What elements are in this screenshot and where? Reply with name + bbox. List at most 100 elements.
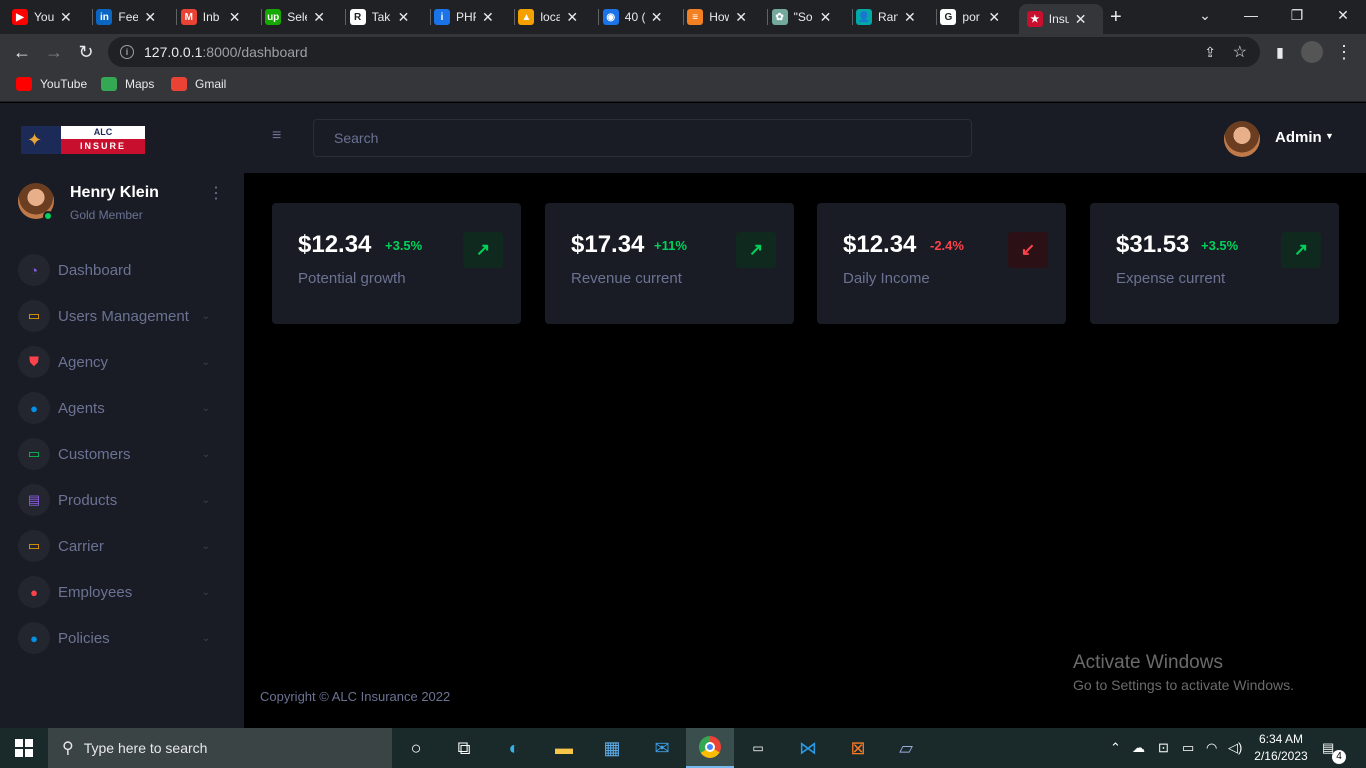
windows-logo-icon (15, 739, 33, 757)
tab-title: "So (793, 10, 813, 24)
taskbar-search-placeholder: Type here to search (83, 740, 208, 756)
wifi-icon[interactable]: ◠ (1206, 728, 1217, 768)
browser-tab[interactable]: ✿ "So ✕ (771, 4, 832, 30)
share-icon[interactable]: ⇪ (1204, 44, 1216, 61)
volume-icon[interactable]: ◁) (1228, 728, 1242, 768)
sidebar-item-customers[interactable]: ▭ Customers ⌄ (18, 437, 218, 471)
sidebar-item-products[interactable]: ▤ Products ⌄ (18, 483, 218, 517)
tab-close-icon[interactable]: ✕ (60, 9, 72, 26)
browser-tab[interactable]: ≡ How ✕ (687, 4, 747, 30)
file-explorer-icon[interactable]: ▬ (540, 728, 588, 768)
browser-tab[interactable]: ◉ 40 (✕ (602, 4, 663, 30)
bookmark-item[interactable]: Maps (101, 77, 154, 91)
browser-tab[interactable]: ★ Insu ✕ (1018, 4, 1103, 34)
browser-tab[interactable]: in Fee ✕ (96, 4, 156, 30)
stat-label: Daily Income (843, 270, 930, 287)
browser-tab[interactable]: ▲ loca ✕ (518, 4, 578, 30)
notification-center[interactable]: ▤ 4 (1322, 728, 1346, 768)
tab-close-icon[interactable]: ✕ (988, 9, 1000, 26)
browser-tab[interactable]: up Sele ✕ (265, 4, 325, 30)
notepad-icon[interactable]: ▱ (882, 728, 930, 768)
cortana-icon[interactable]: ○ (392, 728, 440, 768)
caret-down-icon[interactable]: ▼ (1325, 131, 1334, 141)
browser-tab[interactable]: 👤 Ran ✕ (856, 4, 916, 30)
start-button[interactable] (0, 728, 48, 768)
sidebar-item-agency[interactable]: ⛊ Agency ⌄ (18, 345, 218, 379)
tab-search-chevron-icon[interactable]: ⌄ (1182, 0, 1228, 30)
tab-close-icon[interactable]: ✕ (1075, 11, 1087, 28)
tab-title: You (34, 10, 54, 24)
activate-windows-subtitle: Go to Settings to activate Windows. (1073, 677, 1294, 693)
restore-button[interactable]: ❐ (1274, 0, 1320, 30)
bookmark-label: Maps (125, 77, 155, 91)
tab-close-icon[interactable]: ✕ (482, 9, 494, 26)
browser-tab[interactable]: M Inb ✕ (180, 4, 241, 30)
tab-close-icon[interactable]: ✕ (313, 9, 325, 26)
site-info-icon[interactable]: i (120, 45, 134, 59)
clock-time: 6:34 AM (1258, 732, 1304, 746)
tab-separator (429, 9, 431, 25)
arrow-top-right-icon: ↗ (736, 232, 776, 268)
profile-avatar[interactable] (1300, 40, 1324, 64)
tab-favicon-icon: R (349, 9, 366, 25)
bookmark-star-icon[interactable]: ☆ (1233, 42, 1247, 62)
chevron-down-icon: ⌄ (201, 310, 210, 322)
side-panel-icon[interactable]: ▮ (1268, 40, 1292, 64)
close-window-button[interactable]: ✕ (1320, 0, 1366, 30)
sidebar-item-label: Agents (58, 399, 105, 417)
sidebar-item-dashboard[interactable]: ◔ Dashboard (18, 253, 218, 287)
terminal-icon[interactable]: ▭ (734, 728, 782, 768)
tab-close-icon[interactable]: ✕ (229, 9, 241, 26)
chevron-down-icon: ⌄ (201, 586, 210, 598)
address-bar[interactable]: i 127.0.0.1:8000/dashboard ⇪ ☆ (108, 37, 1260, 67)
taskbar-search[interactable]: ⚲ Type here to search (48, 728, 392, 768)
tab-close-icon[interactable]: ✕ (651, 9, 663, 26)
back-arrow-icon[interactable]: ← (10, 40, 34, 64)
admin-avatar[interactable] (1224, 121, 1260, 157)
taskbar-clock[interactable]: 6:34 AM 2/16/2023 (1246, 731, 1316, 765)
menu-toggle-icon[interactable]: ≡ (272, 127, 281, 145)
tab-close-icon[interactable]: ✕ (904, 9, 916, 26)
profile-options-icon[interactable]: ⋮ (208, 186, 224, 202)
sidebar-item-policies[interactable]: ● Policies ⌄ (18, 621, 218, 655)
reload-icon[interactable]: ↻ (74, 40, 98, 64)
bookmark-item[interactable]: Gmail (171, 77, 226, 91)
store-icon[interactable]: ▦ (588, 728, 636, 768)
vscode-icon[interactable]: ⋈ (784, 728, 832, 768)
security-icon[interactable]: ⊡ (1158, 728, 1169, 768)
new-tab-button[interactable]: + (1110, 4, 1122, 30)
admin-username[interactable]: Admin (1275, 129, 1322, 146)
address-url[interactable]: 127.0.0.1:8000/dashboard (144, 44, 307, 60)
mail-icon[interactable]: ✉ (638, 728, 686, 768)
task-view-icon[interactable]: ⧉ (440, 728, 488, 768)
forward-arrow-icon[interactable]: → (42, 40, 66, 64)
logo-bottom-text: INSURE (61, 139, 145, 154)
brand-logo[interactable]: ✦ ALC INSURE (21, 126, 145, 154)
sidebar-item-carrier[interactable]: ▭ Carrier ⌄ (18, 529, 218, 563)
edge-icon[interactable]: ◐ (490, 728, 538, 768)
onedrive-icon[interactable]: ☁ (1132, 728, 1145, 768)
sidebar-item-employees[interactable]: ● Employees ⌄ (18, 575, 218, 609)
tray-chevron-up-icon[interactable]: ⌃ (1110, 728, 1121, 768)
url-host: 127.0.0.1 (144, 44, 203, 60)
sidebar-item-agents[interactable]: ● Agents ⌄ (18, 391, 218, 425)
search-input[interactable]: Search (313, 119, 972, 157)
tab-close-icon[interactable]: ✕ (398, 9, 410, 26)
browser-tab[interactable]: Gpor ✕ (940, 4, 1000, 30)
xampp-icon[interactable]: ⊠ (834, 728, 882, 768)
minimize-button[interactable]: — (1228, 0, 1274, 30)
clock-date: 2/16/2023 (1254, 749, 1308, 763)
browser-menu-icon[interactable]: ⋮ (1332, 40, 1356, 64)
tab-close-icon[interactable]: ✕ (735, 9, 747, 26)
sidebar-item-users-management[interactable]: ▭ Users Management ⌄ (18, 299, 218, 333)
browser-tab[interactable]: i PHF ✕ (434, 4, 494, 30)
browser-tab[interactable]: R Tak ✕ (349, 4, 410, 30)
tab-close-icon[interactable]: ✕ (144, 9, 156, 26)
battery-icon[interactable]: ▭ (1182, 728, 1194, 768)
search-icon: ⚲ (62, 740, 74, 757)
chrome-icon[interactable] (686, 728, 734, 768)
browser-tab[interactable]: ▶ You ✕ (12, 4, 72, 30)
bookmark-item[interactable]: YouTube (16, 77, 87, 91)
tab-close-icon[interactable]: ✕ (820, 9, 832, 26)
tab-close-icon[interactable]: ✕ (566, 9, 578, 26)
